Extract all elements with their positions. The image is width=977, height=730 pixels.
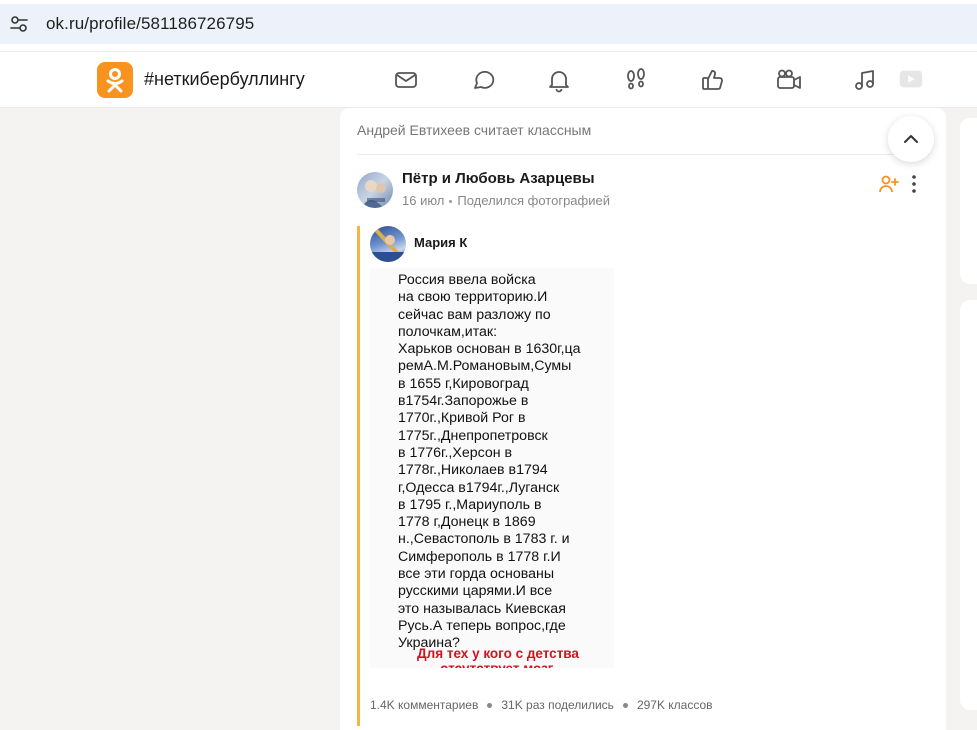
add-friend-icon[interactable] — [878, 173, 900, 195]
photo-text: Россия ввела войска на свою территорию.И… — [398, 272, 581, 652]
chat-icon[interactable] — [469, 66, 497, 94]
music-icon[interactable] — [851, 66, 879, 94]
post-photo[interactable]: Россия ввела войска на свою территорию.И… — [370, 268, 614, 668]
side-panel — [960, 300, 977, 710]
footprints-icon[interactable] — [622, 66, 650, 94]
url-field[interactable]: ok.ru/profile/581186726795 — [0, 4, 977, 44]
scroll-to-top-button[interactable] — [888, 116, 934, 162]
site-header: #неткибербуллингу — [0, 52, 977, 108]
bell-icon[interactable] — [545, 66, 573, 94]
quoted-author[interactable]: Мария К — [414, 235, 467, 250]
post-date[interactable]: 16 июл — [402, 193, 444, 208]
repost-quote-bar — [357, 226, 360, 726]
ok-logo-icon[interactable] — [97, 62, 133, 98]
post-meta: 16 июл Поделился фотографией — [402, 193, 610, 208]
separator-dot — [622, 702, 628, 708]
post-action: Поделился фотографией — [457, 193, 610, 208]
avatar[interactable] — [370, 226, 406, 262]
liked-by-text[interactable]: Андрей Евтихеев считает классным — [357, 122, 591, 138]
post-author[interactable]: Пётр и Любовь Азарцевы — [402, 170, 595, 187]
hashtag-title[interactable]: #неткибербуллингу — [144, 69, 305, 90]
post-stats: 1.4K комментариев 31K раз поделились 297… — [370, 698, 713, 712]
url-text[interactable]: ok.ru/profile/581186726795 — [46, 14, 254, 34]
feed-post-card: Андрей Евтихеев считает классным Пётр и … — [340, 108, 946, 730]
divider — [357, 154, 929, 155]
separator-dot — [487, 702, 493, 708]
mail-icon[interactable] — [392, 66, 420, 94]
chevron-up-icon — [904, 135, 918, 143]
more-options-icon[interactable] — [906, 173, 922, 195]
separator-dot — [449, 200, 453, 204]
comments-count[interactable]: 1.4K комментариев — [370, 698, 478, 712]
side-panel — [960, 118, 977, 284]
shares-count[interactable]: 31K раз поделились — [501, 698, 614, 712]
likes-count[interactable]: 297K классов — [637, 698, 713, 712]
video-camera-icon[interactable] — [775, 66, 803, 94]
browser-address-bar: ok.ru/profile/581186726795 — [0, 0, 977, 52]
avatar[interactable] — [357, 172, 393, 208]
video-play-icon[interactable] — [897, 65, 925, 93]
site-settings-icon[interactable] — [9, 14, 29, 34]
like-icon[interactable] — [699, 66, 727, 94]
photo-caption-red: Для тех у кого с детства отсутствует моз… — [417, 646, 579, 668]
